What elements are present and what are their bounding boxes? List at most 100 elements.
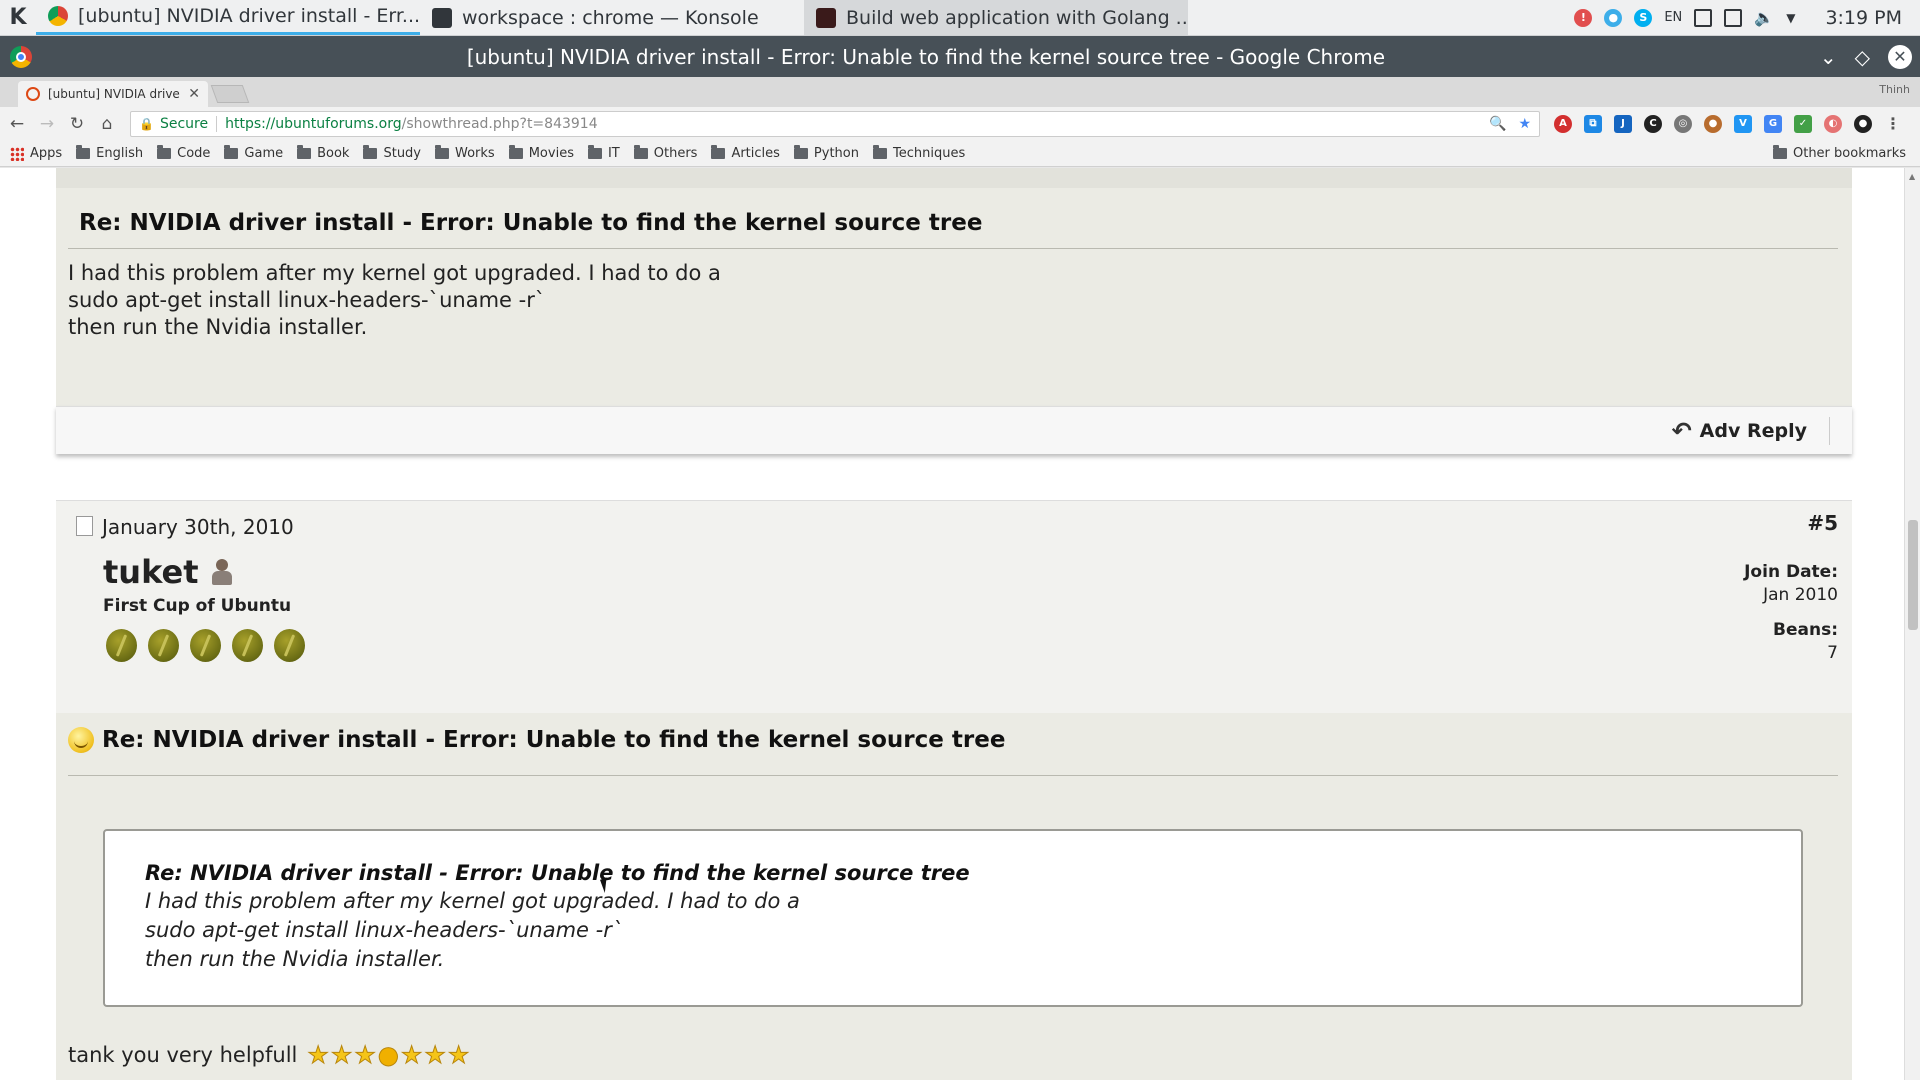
extension-icon[interactable]: ◐ [1824,115,1842,133]
divider [68,248,1838,249]
network-icon[interactable]: ● [1604,8,1623,27]
bean-icon [148,629,179,662]
skype-icon[interactable]: S [1634,8,1653,27]
adblock-icon[interactable]: A [1554,115,1572,133]
bookmark-folder[interactable]: Python [793,145,859,161]
task-konsole[interactable]: workspace : chrome — Konsole [420,0,804,35]
extension-icon[interactable]: V [1734,115,1752,133]
task-golang[interactable]: Build web application with Golang ... [804,0,1188,35]
system-tray: ! ● S EN 🔈 ▼ 3:19 PM [1574,0,1920,35]
post-line: sudo apt-get install linux-headers-`unam… [68,288,546,312]
reply-text: tank you very helpfull [68,1043,298,1067]
quote-line: sudo apt-get install linux-headers-`unam… [145,918,623,942]
update-icon[interactable]: ! [1574,8,1593,27]
quote-line: then run the Nvidia installer. [145,947,445,971]
jira-icon[interactable]: J [1614,115,1632,133]
home-icon[interactable]: ⌂ [94,114,120,134]
folder-icon [587,145,602,159]
bookmark-folder[interactable]: Game [224,145,283,161]
username[interactable]: tuket [103,553,233,591]
clipboard-icon[interactable] [1724,8,1743,27]
new-tab-button[interactable] [210,85,250,103]
bookmark-folder[interactable]: Study [363,145,421,161]
join-date: Jan 2010 [1763,585,1838,605]
post-select-checkbox[interactable] [76,516,93,536]
bookmark-folder[interactable]: IT [587,145,620,161]
tray-expand-icon[interactable]: ▼ [1786,11,1795,25]
extension-icon[interactable]: C [1644,115,1662,133]
zoom-icon[interactable]: 🔍 [1489,116,1506,132]
lock-icon: 🔒 [139,117,154,131]
folder-icon [711,145,726,159]
user-avatar-icon [211,559,233,585]
scroll-up-icon[interactable]: ▲ [1909,172,1915,181]
close-window-icon[interactable]: ✕ [1888,44,1912,69]
divider [68,775,1838,776]
quote-block: Re: NVIDIA driver install - Error: Unabl… [103,829,1803,1007]
address-bar[interactable]: 🔒 Secure https://ubuntuforums.org /showt… [130,111,1540,137]
bean-icon [232,629,263,662]
browser-tab[interactable]: [ubuntu] NVIDIA drive ✕ [18,81,208,107]
join-date-label: Join Date: [1744,562,1838,582]
bookmark-star-icon[interactable]: ★ [1518,116,1531,132]
scrollbar-thumb[interactable] [1908,520,1918,630]
bookmark-folder[interactable]: Others [633,145,697,161]
star-icon: ★ [400,1041,423,1070]
terminal-icon [432,7,452,28]
bookmark-folder[interactable]: Techniques [872,145,965,161]
volume-icon[interactable]: 🔈 [1754,8,1774,27]
user-meta: Join Date: Jan 2010 Beans: 7 [1744,561,1838,665]
back-icon[interactable]: ← [4,114,30,134]
adv-reply-label: Adv Reply [1699,419,1807,442]
bookmark-folder[interactable]: Movies [508,145,574,161]
task-label: workspace : chrome — Konsole [462,6,759,29]
menu-icon[interactable]: ⋮ [1884,115,1902,133]
forward-icon[interactable]: → [34,114,60,134]
maximize-icon[interactable]: ◇ [1855,45,1870,69]
post-5: January 30th, 2010 #5 tuket First Cup of… [56,500,1852,1080]
reload-icon[interactable]: ↻ [64,114,90,134]
chrome-icon [10,45,32,68]
translate-icon[interactable]: G [1764,115,1782,133]
browser-toolbar: ← → ↻ ⌂ 🔒 Secure https://ubuntuforums.or… [0,107,1920,141]
taskbar: K [ubuntu] NVIDIA driver install - Err..… [0,0,1920,36]
kde-menu-icon[interactable]: K [0,0,36,35]
bookmark-folder[interactable]: Code [157,145,210,161]
bookmark-folder[interactable]: Works [435,145,495,161]
folder-icon [435,145,450,159]
bean-rating [106,629,305,662]
secure-label: Secure [159,116,209,132]
bookmark-folder[interactable]: English [76,145,143,161]
beans-label: Beans: [1773,620,1838,640]
star-icon: ★ [330,1041,353,1070]
other-bookmarks[interactable]: Other bookmarks [1772,145,1920,161]
extension-icon[interactable]: ● [1704,115,1722,133]
url-path: /showthread.php?t=843914 [401,116,598,132]
keyboard-layout[interactable]: EN [1664,10,1682,25]
folder-icon [872,145,887,159]
bookmark-folder[interactable]: Book [297,145,349,161]
extension-icon[interactable]: ● [1854,115,1872,133]
divider [216,116,218,132]
task-chrome[interactable]: [ubuntu] NVIDIA driver install - Err... [36,0,420,35]
minimize-icon[interactable]: ⌄ [1820,45,1837,69]
star-icon: ★ [354,1041,376,1070]
quote-title: Re: NVIDIA driver install - Error: Unabl… [145,861,970,885]
display-icon[interactable] [1694,8,1713,27]
page-scrollbar[interactable]: ▲ [1904,168,1920,1080]
beans-count: 7 [1827,643,1838,663]
clock[interactable]: 3:19 PM [1825,7,1902,29]
post-footer: ↶ Adv Reply [56,406,1852,454]
extension-icon[interactable]: ⧉ [1584,115,1602,133]
adv-reply-button[interactable]: ↶ Adv Reply [1672,416,1830,445]
post-body: tank you very helpfull ★ ★ ★ ● ★ ★ ★ [68,1041,470,1070]
post-header: January 30th, 2010 #5 tuket First Cup of… [56,501,1852,713]
bookmark-folder[interactable]: Articles [711,145,780,161]
close-tab-icon[interactable]: ✕ [188,86,200,102]
post-date: January 30th, 2010 [102,515,294,539]
profile-name[interactable]: Thinh [1879,83,1910,96]
extension-icon[interactable]: ◎ [1674,115,1692,133]
bookmark-apps[interactable]: Apps [10,146,62,161]
post-number-link[interactable]: #5 [1807,511,1838,535]
check-icon[interactable]: ✓ [1794,115,1812,133]
